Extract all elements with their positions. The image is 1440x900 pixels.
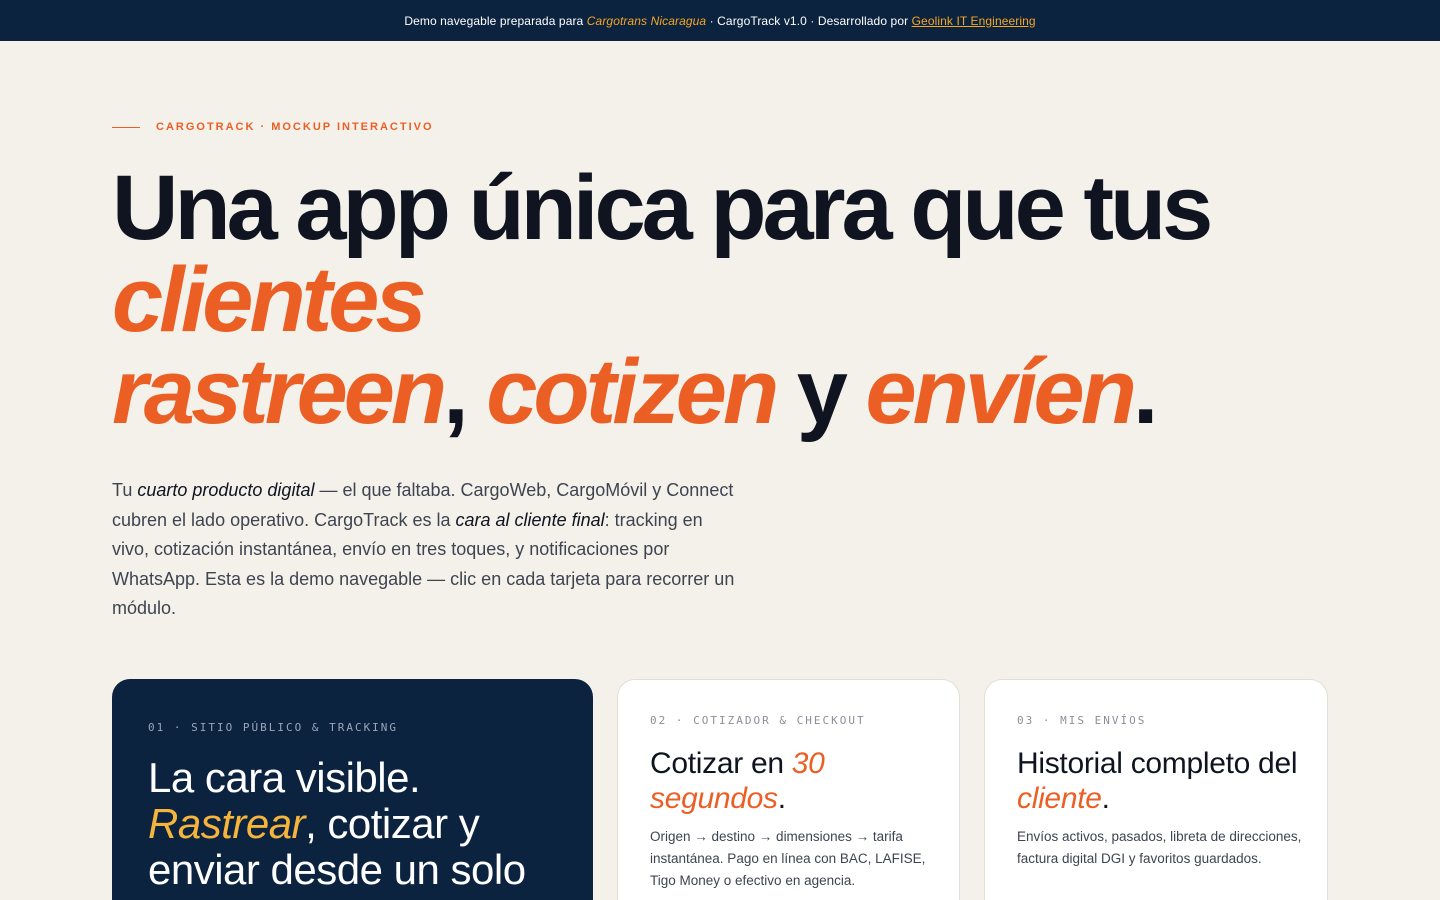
card-title-text: Historial completo del (1017, 747, 1298, 780)
developer-link[interactable]: Geolink IT Engineering (912, 14, 1036, 28)
lede-emphasis-2: cara al cliente final (455, 509, 605, 530)
headline-line-3: rastreen, cotizen y envíen. (112, 346, 1362, 438)
hero-description: Tu cuarto producto digital — el que falt… (112, 476, 742, 624)
card-title-text: La cara visible. (148, 754, 421, 801)
eyebrow-label: CARGOTRACK · MOCKUP INTERACTIVO (156, 121, 434, 133)
banner-prefix: Demo navegable preparada para (404, 13, 584, 28)
card-tag: 01 · SITIO PÚBLICO & TRACKING (148, 721, 399, 734)
card-title: La cara visible. Rastrear, cotizar y env… (148, 755, 568, 893)
card-title-text-2: . (1101, 782, 1110, 815)
headline-accent-cotizen: cotizen (486, 341, 779, 443)
card-tag: 02 · COTIZADOR & CHECKOUT (650, 714, 866, 727)
hero-headline: Una app única para que tus clientes rast… (112, 162, 1362, 438)
card-description: Envíos activos, pasados, libreta de dire… (1017, 829, 1302, 866)
headline-line-1: Una app única para que tus (112, 157, 1213, 259)
card-title-accent: cliente (1017, 782, 1102, 815)
card-tag: 03 · MIS ENVÍOS (1017, 714, 1147, 727)
module-card-quoter[interactable]: 02 · COTIZADOR & CHECKOUT Cotizar en 30 … (617, 679, 960, 900)
banner-client-name: Cargotrans Nicaragua (586, 13, 707, 28)
lede-text-1: Tu (112, 480, 138, 500)
card-title-text-2: . (777, 782, 786, 815)
module-card-my-shipments[interactable]: 03 · MIS ENVÍOS Historial completo del c… (984, 679, 1328, 900)
headline-conjunction: y (775, 341, 866, 443)
card-title-accent: Rastrear (148, 800, 306, 847)
card-title: Cotizar en 30 segundos. (650, 746, 940, 816)
card-title-text: Cotizar en (650, 747, 792, 780)
headline-period: . (1132, 341, 1158, 443)
headline-accent-envien: envíen (865, 341, 1136, 443)
demo-banner: Demo navegable preparada para Cargotrans… (0, 0, 1440, 41)
headline-comma: , (443, 341, 487, 443)
headline-line-2: clientes (112, 254, 1362, 346)
banner-version-text: · CargoTrack v1.0 · Desarrollado por (709, 13, 909, 28)
card-description: Origen → destino → dimensiones → tarifa … (650, 829, 926, 888)
eyebrow-rule (112, 126, 140, 128)
module-card-public-site[interactable]: 01 · SITIO PÚBLICO & TRACKING La cara vi… (112, 679, 593, 900)
card-title: Historial completo del cliente. (1017, 746, 1307, 816)
headline-accent-clientes: clientes (112, 249, 427, 351)
headline-accent-rastreen: rastreen (112, 341, 447, 443)
lede-emphasis-1: cuarto producto digital (137, 480, 315, 500)
section-eyebrow: CARGOTRACK · MOCKUP INTERACTIVO (112, 121, 434, 133)
